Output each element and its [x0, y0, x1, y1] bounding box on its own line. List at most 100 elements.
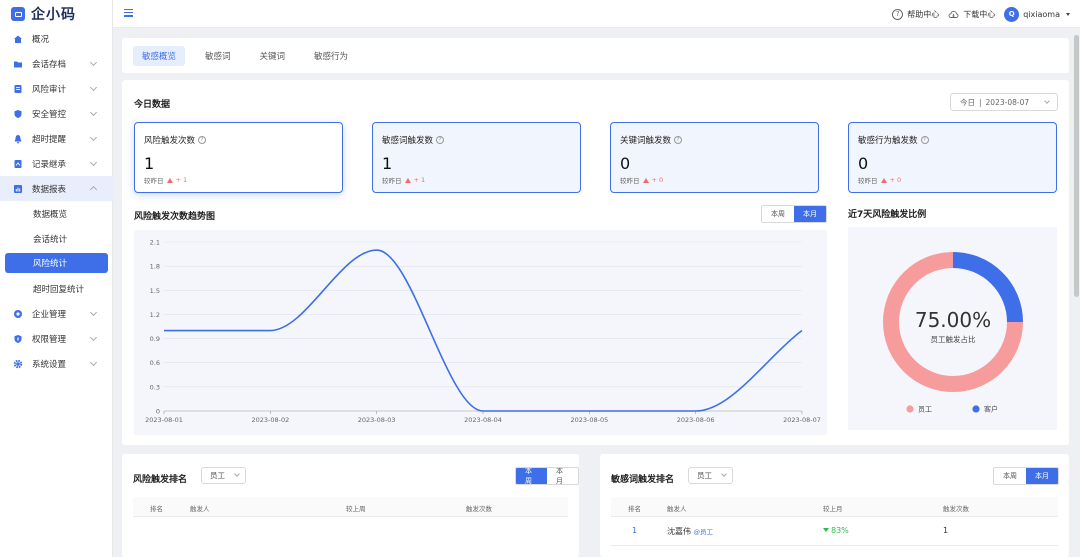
- sidebar-item-label: 概况: [32, 34, 50, 45]
- tab-sensitive-overview[interactable]: 敏感概览: [133, 45, 186, 66]
- legend-staff-label: 员工: [918, 406, 932, 414]
- chevron-down-icon: [89, 108, 98, 117]
- sidebar-item-data-report[interactable]: 数据报表: [0, 176, 113, 201]
- kpi-card-risk-trigger[interactable]: 风险触发次数? 1 较昨日 + 1: [134, 122, 343, 193]
- user-menu[interactable]: Q qixiaoma: [1004, 6, 1070, 22]
- risk-ranking-month-button[interactable]: 本月: [547, 468, 578, 484]
- row-change-value: 83%: [831, 526, 849, 535]
- today-data-title: 今日数据: [134, 100, 171, 110]
- sidebar-item-label: 安全管控: [32, 109, 67, 120]
- risk-ranking-filter-select[interactable]: 员工: [201, 467, 246, 484]
- download-center-label: 下载中心: [963, 9, 996, 19]
- kpi-delta: + 1: [413, 176, 426, 184]
- help-icon: ?: [892, 8, 904, 20]
- bell-icon: [13, 134, 23, 144]
- trend-up-icon: [166, 177, 173, 183]
- tab-sensitive-behavior[interactable]: 敏感行为: [305, 46, 357, 66]
- audit-icon: [13, 84, 23, 94]
- home-icon: [13, 34, 23, 44]
- kpi-delta: + 0: [889, 176, 902, 184]
- ratio-chart: 75.00% 员工触发占比 员工 客户: [848, 227, 1057, 430]
- sidebar-subitem-session-stats[interactable]: 会话统计: [0, 226, 113, 251]
- kpi-label-text: 敏感行为触发数: [858, 136, 918, 146]
- permission-icon: [13, 334, 23, 344]
- sensitive-word-ranking-week-button[interactable]: 本周: [994, 468, 1026, 484]
- trend-week-button[interactable]: 本周: [762, 206, 794, 222]
- sidebar-item-label: 权限管理: [32, 334, 67, 345]
- col-rank: 排名: [150, 505, 163, 513]
- tab-sensitive-words[interactable]: 敏感词: [196, 46, 240, 66]
- row-person-name: 沈嘉伟: [667, 527, 691, 536]
- sidebar-item-label: 会话存档: [32, 59, 67, 70]
- help-center-label: 帮助中心: [907, 9, 940, 19]
- shield-icon: [13, 109, 23, 119]
- app-logo[interactable]: 企小码: [0, 0, 112, 28]
- table-row[interactable]: 1 沈嘉伟 @员工 83% 1: [611, 517, 1058, 546]
- kpi-value: 1: [382, 154, 393, 173]
- help-center-link[interactable]: ? 帮助中心: [892, 8, 940, 20]
- trend-up-icon: [642, 177, 649, 183]
- col-trigger-count: 触发次数: [466, 505, 492, 513]
- sidebar-item-record-inherit[interactable]: 记录继承: [0, 151, 113, 176]
- sidebar-item-session-archive[interactable]: 会话存档: [0, 51, 113, 76]
- x-tick-label: 2023-08-03: [358, 416, 396, 424]
- info-icon[interactable]: ?: [436, 136, 445, 144]
- info-icon[interactable]: ?: [198, 136, 207, 144]
- sidebar-subitem-risk-stats[interactable]: 风险统计: [5, 253, 108, 273]
- col-rank: 排名: [628, 505, 641, 513]
- tab-keywords[interactable]: 关键词: [251, 46, 295, 66]
- chevron-down-icon: [89, 333, 98, 342]
- chevron-down-icon: [1044, 98, 1050, 104]
- sidebar-subitem-timeout-reply-stats[interactable]: 超时回复统计: [0, 276, 113, 301]
- trend-period-toggle: 本周 本月: [761, 205, 827, 223]
- sidebar-item-settings[interactable]: 系统设置: [0, 351, 113, 376]
- date-select-label: 今日: [960, 97, 975, 107]
- sidebar-subitem-data-overview[interactable]: 数据概览: [0, 201, 113, 226]
- sensitive-word-ranking-filter-select[interactable]: 员工: [688, 467, 733, 484]
- trend-month-button[interactable]: 本月: [794, 206, 826, 222]
- y-tick-label: 1.5: [150, 287, 160, 295]
- sidebar-item-timeout-reminder[interactable]: 超时提醒: [0, 126, 113, 151]
- date-separator: |: [979, 97, 982, 107]
- risk-ranking-table-header: 排名 触发人 较上周 触发次数: [133, 497, 568, 517]
- page-scrollbar[interactable]: [1074, 35, 1079, 297]
- enterprise-icon: [13, 309, 23, 319]
- sidebar-item-enterprise[interactable]: 企业管理: [0, 301, 113, 326]
- download-center-link[interactable]: 下载中心: [948, 9, 995, 20]
- sidebar-item-overview[interactable]: 概况: [0, 26, 113, 51]
- chevron-down-icon: [89, 58, 98, 67]
- risk-ranking-week-button[interactable]: 本周: [516, 468, 547, 484]
- kpi-label-text: 敏感词触发数: [382, 136, 434, 146]
- legend-customer-label: 客户: [984, 405, 998, 414]
- overview-panel: 今日数据 今日 | 2023-08-07 风险触发次数? 1 较昨日 + 1 敏感…: [122, 80, 1069, 445]
- sensitive-word-ranking-period-toggle: 本周 本月: [993, 467, 1059, 485]
- col-trigger-count: 触发次数: [943, 505, 969, 513]
- sidebar-item-label: 系统设置: [32, 359, 67, 370]
- kpi-value: 0: [620, 154, 631, 173]
- kpi-label: 敏感行为触发数?: [858, 134, 929, 146]
- sidebar-item-permission[interactable]: 权限管理: [0, 326, 113, 351]
- kpi-card-sensitive-behavior[interactable]: 敏感行为触发数? 0 较昨日 + 0: [848, 122, 1057, 193]
- kpi-label-text: 风险触发次数: [144, 136, 196, 146]
- kpi-card-sensitive-word[interactable]: 敏感词触发数? 1 较昨日 + 1: [372, 122, 581, 193]
- trend-chart: 0 0.3 0.6 0.9 1.2 1.5 1.8 2.1 2023-08-01 2023-08-…: [134, 230, 827, 435]
- info-icon[interactable]: ?: [674, 136, 683, 144]
- row-count: 1: [943, 526, 949, 535]
- row-rank: 1: [632, 526, 638, 535]
- col-vs-last-week: 较上周: [346, 505, 366, 513]
- chevron-down-icon: [721, 471, 727, 477]
- sidebar-item-security[interactable]: 安全管控: [0, 101, 113, 126]
- chevron-down-icon: [89, 83, 98, 92]
- date-select[interactable]: 今日 | 2023-08-07: [950, 93, 1058, 111]
- sidebar-item-label: 超时提醒: [32, 134, 67, 145]
- y-tick-label: 0.6: [150, 359, 160, 367]
- info-icon[interactable]: ?: [920, 136, 929, 144]
- sidebar-item-risk-audit[interactable]: 风险审计: [0, 76, 113, 101]
- kpi-label: 风险触发次数?: [144, 134, 207, 146]
- top-header: ? 帮助中心 下载中心 Q qixiaoma: [113, 0, 1080, 28]
- y-tick-label: 0.9: [150, 335, 160, 343]
- menu-toggle-icon[interactable]: [124, 9, 133, 17]
- kpi-card-keyword[interactable]: 关键词触发数? 0 较昨日 + 0: [610, 122, 819, 193]
- sensitive-word-ranking-month-button[interactable]: 本月: [1026, 468, 1058, 484]
- sub-tabs: 敏感概览 敏感词 关键词 敏感行为: [122, 38, 1069, 73]
